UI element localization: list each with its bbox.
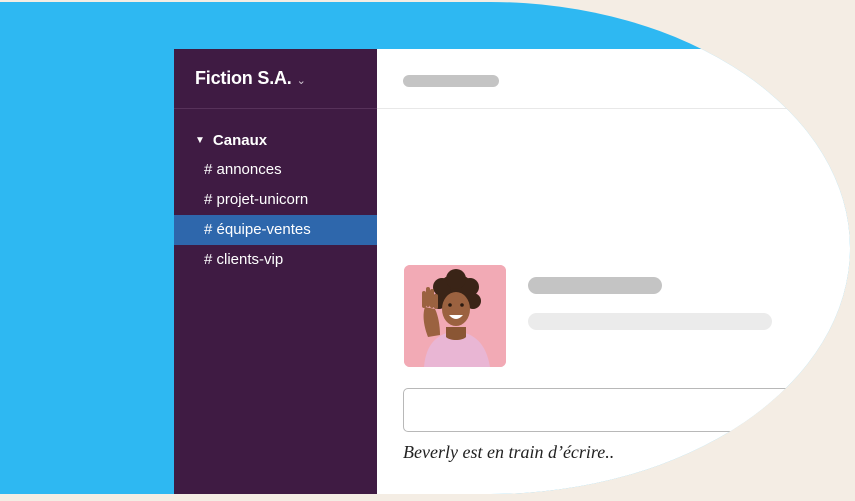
app-window: Fiction S.A. ⌄ ▼ Canaux # annonces # pro… [174,49,850,494]
user-avatar[interactable] [404,265,506,367]
channel-list: # annonces # projet-unicorn # équipe-ven… [174,155,377,275]
sidebar-item-clients-vip[interactable]: # clients-vip [174,245,377,275]
sidebar: Fiction S.A. ⌄ ▼ Canaux # annonces # pro… [174,49,377,494]
workspace-switcher[interactable]: Fiction S.A. ⌄ [174,49,377,109]
message-body-placeholder [528,313,772,330]
caret-down-icon: ▼ [195,135,205,146]
channel-label: # équipe-ventes [204,221,311,238]
woman-waving-avatar [404,265,506,367]
app-window-clip: Fiction S.A. ⌄ ▼ Canaux # annonces # pro… [0,2,850,494]
channel-header [377,49,850,109]
channels-section-header[interactable]: ▼ Canaux [174,132,377,149]
sidebar-item-annonces[interactable]: # annonces [174,155,377,185]
channel-title-placeholder [403,75,499,87]
sidebar-item-equipe-ventes[interactable]: # équipe-ventes [174,215,377,245]
message-author-placeholder [528,277,662,294]
sidebar-item-projet-unicorn[interactable]: # projet-unicorn [174,185,377,215]
channel-label: # clients-vip [204,251,284,268]
channel-label: # annonces [204,161,282,178]
promo-illustration: Fiction S.A. ⌄ ▼ Canaux # annonces # pro… [0,0,855,501]
chevron-down-icon: ⌄ [296,74,306,87]
section-label: Canaux [212,132,268,149]
typing-indicator: Beverly est en train d’écrire.. [403,442,615,462]
message-input[interactable] [403,388,850,432]
workspace-name: Fiction S.A. [195,68,292,88]
main-pane: Beverly est en train d’écrire.. [377,49,850,494]
channel-label: # projet-unicorn [204,191,309,208]
